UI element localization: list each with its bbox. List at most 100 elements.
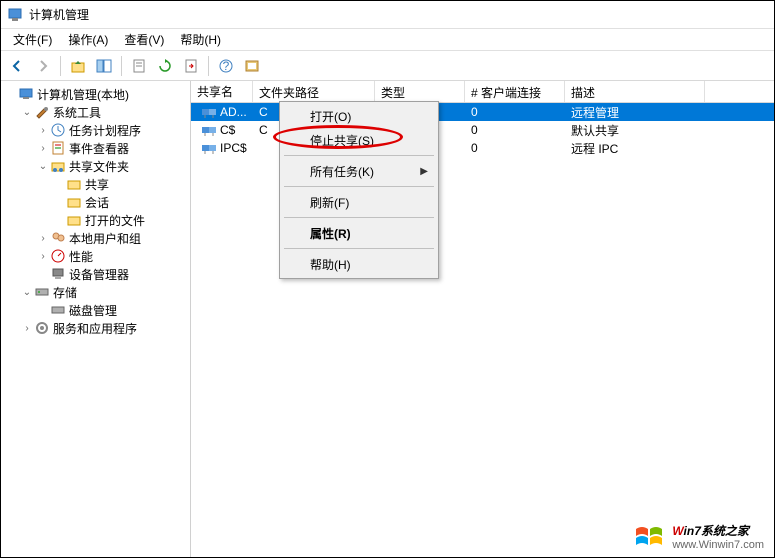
cell-name: AD...: [220, 105, 247, 119]
mi-label: 属性(R): [310, 225, 351, 242]
expand-icon[interactable]: ›: [37, 142, 49, 154]
app-icon: [7, 7, 23, 23]
back-button[interactable]: [5, 54, 29, 78]
export-button[interactable]: [179, 54, 203, 78]
collapse-icon[interactable]: ⌄: [21, 286, 33, 298]
tree-openfiles[interactable]: 打开的文件: [53, 211, 188, 229]
expand-icon[interactable]: ›: [37, 232, 49, 244]
help-button[interactable]: ?: [214, 54, 238, 78]
share-icon: [66, 176, 82, 192]
tree-localusers[interactable]: › 本地用户和组: [37, 229, 188, 247]
collapse-icon[interactable]: ⌄: [37, 160, 49, 172]
properties-button[interactable]: [127, 54, 151, 78]
cell-desc: 远程 IPC: [565, 140, 705, 157]
toolbar-separator: [60, 56, 61, 76]
expand-icon[interactable]: ›: [37, 250, 49, 262]
forward-button[interactable]: [31, 54, 55, 78]
watermark-brand: Win7系统之家: [672, 523, 764, 538]
show-hide-button[interactable]: [92, 54, 116, 78]
tree-devmgr[interactable]: 设备管理器: [37, 265, 188, 283]
menu-help[interactable]: 帮助(H): [172, 29, 229, 50]
tree-performance[interactable]: › 性能: [37, 247, 188, 265]
tree-tasksched[interactable]: › 任务计划程序: [37, 121, 188, 139]
tree-systools-label: 系统工具: [53, 104, 101, 121]
mi-label: 刷新(F): [310, 194, 349, 211]
cell-desc: 默认共享: [565, 122, 705, 139]
clock-icon: [50, 122, 66, 138]
collapse-icon[interactable]: ⌄: [21, 106, 33, 118]
window-title: 计算机管理: [29, 6, 89, 23]
up-button[interactable]: [66, 54, 90, 78]
no-expand: [37, 268, 49, 280]
titlebar: 计算机管理: [1, 1, 774, 29]
services-icon: [34, 320, 50, 336]
cell-clients: 0: [465, 123, 565, 137]
menu-item-open[interactable]: 打开(O): [282, 104, 436, 128]
tree-pane: 计算机管理(本地) ⌄ 系统工具 › 任务计划程序 › 事件查看器: [1, 81, 191, 557]
tree-eventvwr-label: 事件查看器: [69, 140, 129, 157]
menu-separator: [284, 186, 434, 187]
tree-storage[interactable]: ⌄ 存储: [21, 283, 188, 301]
new-button[interactable]: [240, 54, 264, 78]
event-icon: [50, 140, 66, 156]
menu-item-properties[interactable]: 属性(R): [282, 221, 436, 245]
tree-storage-label: 存储: [53, 284, 77, 301]
tree-localusers-label: 本地用户和组: [69, 230, 141, 247]
collapse-icon[interactable]: [5, 88, 17, 100]
no-expand: [53, 178, 65, 190]
storage-icon: [34, 284, 50, 300]
tree-openfiles-label: 打开的文件: [85, 212, 145, 229]
openfiles-icon: [66, 212, 82, 228]
refresh-button[interactable]: [153, 54, 177, 78]
menu-item-all-tasks[interactable]: 所有任务(K) ▶: [282, 159, 436, 183]
mi-label: 打开(O): [310, 108, 351, 125]
windows-logo-icon: [634, 523, 666, 551]
menu-file[interactable]: 文件(F): [5, 29, 60, 50]
toolbar-separator-2: [121, 56, 122, 76]
tree-tasksched-label: 任务计划程序: [69, 122, 141, 139]
watermark-url: www.Winwin7.com: [672, 539, 764, 551]
expand-icon[interactable]: ›: [21, 322, 33, 334]
mi-label: 停止共享(S): [310, 132, 374, 149]
col-clients[interactable]: # 客户端连接: [465, 81, 565, 102]
cell-name: C$: [220, 123, 235, 137]
menu-separator: [284, 248, 434, 249]
tree-sharedfolders[interactable]: ⌄共享文件夹: [37, 157, 188, 175]
menu-item-refresh[interactable]: 刷新(F): [282, 190, 436, 214]
tree-root[interactable]: 计算机管理(本地): [5, 85, 188, 103]
tree-diskmgmt-label: 磁盘管理: [69, 302, 117, 319]
col-type[interactable]: 类型: [375, 81, 465, 102]
tree-sessions[interactable]: 会话: [53, 193, 188, 211]
submenu-arrow-icon: ▶: [420, 166, 428, 177]
toolbar: ?: [1, 51, 774, 81]
tree-diskmgmt[interactable]: 磁盘管理: [37, 301, 188, 319]
computer-icon: [18, 86, 34, 102]
tree-root-label: 计算机管理(本地): [37, 86, 129, 103]
expand-icon[interactable]: ›: [37, 124, 49, 136]
menu-item-stop-sharing[interactable]: 停止共享(S): [282, 128, 436, 152]
tree-services-label: 服务和应用程序: [53, 320, 137, 337]
col-desc[interactable]: 描述: [565, 81, 705, 102]
disk-icon: [50, 302, 66, 318]
menu-action[interactable]: 操作(A): [60, 29, 116, 50]
tree-devmgr-label: 设备管理器: [69, 266, 129, 283]
tree-eventvwr[interactable]: › 事件查看器: [37, 139, 188, 157]
menu-view[interactable]: 查看(V): [116, 29, 172, 50]
cell-clients: 0: [465, 141, 565, 155]
performance-icon: [50, 248, 66, 264]
tree-systools[interactable]: ⌄ 系统工具: [21, 103, 188, 121]
no-expand: [53, 214, 65, 226]
menu-item-help[interactable]: 帮助(H): [282, 252, 436, 276]
context-menu: 打开(O) 停止共享(S) 所有任务(K) ▶ 刷新(F) 属性(R) 帮助(H): [279, 101, 439, 279]
menu-separator: [284, 217, 434, 218]
tree-performance-label: 性能: [69, 248, 93, 265]
mi-label: 所有任务(K): [310, 163, 374, 180]
no-expand: [53, 196, 65, 208]
tree-services[interactable]: › 服务和应用程序: [21, 319, 188, 337]
users-icon: [50, 230, 66, 246]
col-path[interactable]: 文件夹路径: [253, 81, 375, 102]
tree-shares[interactable]: 共享: [53, 175, 188, 193]
tools-icon: [34, 104, 50, 120]
cell-clients: 0: [465, 105, 565, 119]
col-name[interactable]: 共享名: [191, 81, 253, 102]
